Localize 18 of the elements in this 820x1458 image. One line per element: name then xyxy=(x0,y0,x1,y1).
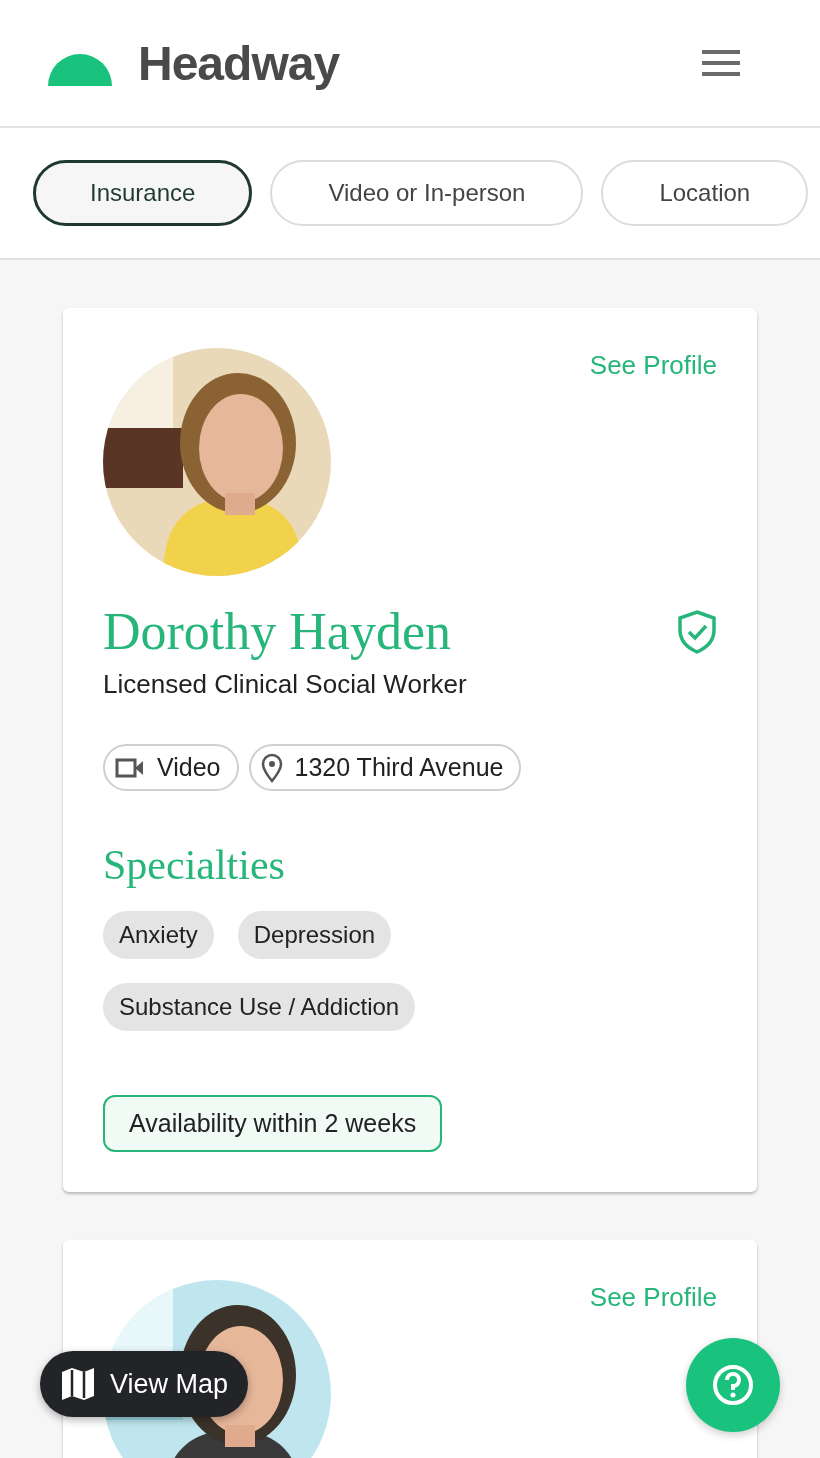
filter-chip[interactable]: Insurance xyxy=(33,160,253,226)
video-camera-icon xyxy=(115,757,145,778)
provider-name: Dorothy Hayden xyxy=(103,602,452,661)
filter-chip[interactable]: Location xyxy=(601,160,809,226)
specialty-tag: Depression xyxy=(237,911,392,959)
specialty-tag: Anxiety xyxy=(103,911,214,959)
map-icon xyxy=(60,1366,96,1402)
help-icon xyxy=(711,1363,755,1407)
view-map-button[interactable]: View Map xyxy=(40,1351,249,1417)
filter-chip[interactable]: Video or In-person xyxy=(270,160,584,226)
specialty-tag: Substance Use / Addiction xyxy=(103,983,416,1031)
specialties-heading: Specialties xyxy=(103,841,286,889)
brand-name: Headway xyxy=(138,35,340,91)
mode-label: Video xyxy=(157,753,221,782)
map-pin-icon xyxy=(260,752,283,783)
availability-badge: Availability within 2 weeks xyxy=(103,1095,443,1152)
mode-label: 1320 Third Avenue xyxy=(294,753,504,782)
credential-text: Licensed Clinical Social Worker xyxy=(103,669,468,700)
